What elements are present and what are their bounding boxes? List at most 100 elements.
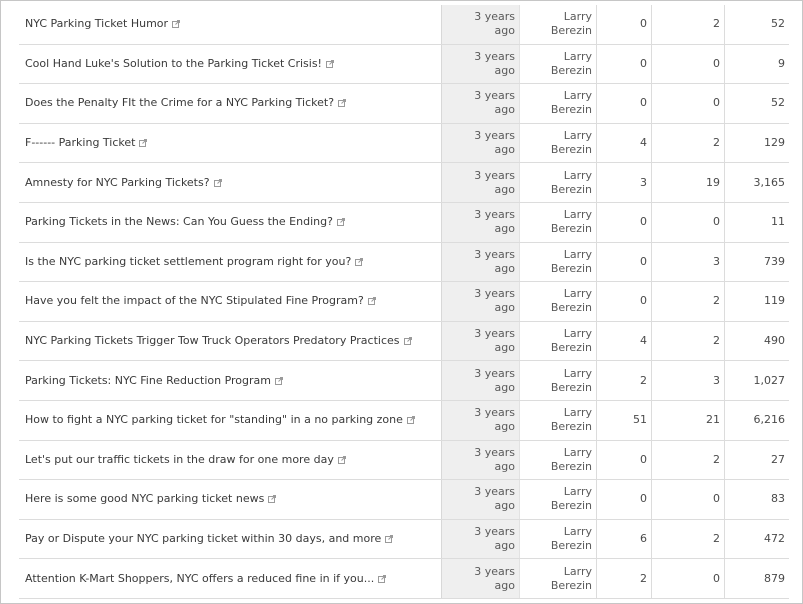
author-last-name: Berezin <box>550 578 592 592</box>
posted-time-suffix: ago <box>494 301 515 315</box>
discussion-list-panel: NYC Parking Ticket Humor 3 years ago Lar… <box>0 0 803 604</box>
external-link-icon[interactable] <box>172 20 181 29</box>
external-link-icon[interactable] <box>275 376 283 385</box>
posted-time-value: 3 years <box>474 208 515 222</box>
author-last-name: Berezin <box>550 459 592 473</box>
author-cell: Larry Berezin <box>519 5 597 45</box>
table-row[interactable]: Pay or Dispute your NYC parking ticket w… <box>19 519 789 560</box>
posted-time-value: 3 years <box>474 129 515 143</box>
table-row[interactable]: Is the NYC parking ticket settlement pro… <box>19 242 789 283</box>
count-cell-3: 490 <box>724 321 789 362</box>
external-link-icon[interactable] <box>406 416 415 425</box>
count-cell-1: 2 <box>596 558 652 599</box>
thread-title-link[interactable]: Have you felt the impact of the NYC Stip… <box>25 294 364 307</box>
posted-time-suffix: ago <box>494 222 515 236</box>
table-row[interactable]: Here is some good NYC parking ticket new… <box>19 479 789 520</box>
external-link-icon[interactable] <box>378 574 387 583</box>
count-cell-3: 27 <box>724 440 789 481</box>
table-row[interactable]: Attention K-Mart Shoppers, NYC offers a … <box>19 558 789 599</box>
count-cell-2: 3 <box>651 360 725 401</box>
author-cell: Larry Berezin <box>519 281 597 322</box>
thread-title-link[interactable]: Does the Penalty FIt the Crime for a NYC… <box>25 96 334 109</box>
posted-time-value: 3 years <box>474 485 515 499</box>
posted-time-suffix: ago <box>494 182 515 196</box>
table-row[interactable]: Parking Tickets: NYC Fine Reduction Prog… <box>19 360 789 401</box>
external-link-icon[interactable] <box>268 495 277 504</box>
table-row[interactable]: Let's put our traffic tickets in the dra… <box>19 440 789 481</box>
posted-time-suffix: ago <box>494 539 515 553</box>
author-first-name: Larry <box>563 49 592 63</box>
external-link-icon[interactable] <box>325 59 334 68</box>
count-cell-3: 3,165 <box>724 162 789 203</box>
author-first-name: Larry <box>563 10 592 24</box>
count-cell-1: 4 <box>596 123 652 164</box>
count-cell-2: 3 <box>651 242 725 283</box>
thread-title-link[interactable]: How to fight a NYC parking ticket for "s… <box>25 413 403 426</box>
author-cell: Larry Berezin <box>519 360 597 401</box>
author-first-name: Larry <box>563 89 592 103</box>
posted-time-value: 3 years <box>474 10 515 24</box>
posted-time-suffix: ago <box>494 578 515 592</box>
posted-time-value: 3 years <box>474 406 515 420</box>
title-cell: Pay or Dispute your NYC parking ticket w… <box>19 519 442 560</box>
count-cell-2: 0 <box>651 202 725 243</box>
table-row[interactable]: Have you felt the impact of the NYC Stip… <box>19 281 789 322</box>
external-link-icon[interactable] <box>355 257 364 266</box>
thread-title-link[interactable]: Parking Tickets in the News: Can You Gue… <box>25 215 333 228</box>
title-cell: Parking Tickets: NYC Fine Reduction Prog… <box>19 360 442 401</box>
author-cell: Larry Berezin <box>519 242 597 283</box>
author-last-name: Berezin <box>550 539 592 553</box>
external-link-icon[interactable] <box>338 99 347 108</box>
table-row[interactable]: NYC Parking Tickets Trigger Tow Truck Op… <box>19 321 789 362</box>
external-link-icon[interactable] <box>367 297 376 306</box>
count-cell-3: 52 <box>724 83 789 124</box>
author-last-name: Berezin <box>550 261 592 275</box>
posted-time-suffix: ago <box>494 341 515 355</box>
external-link-icon[interactable] <box>139 139 148 148</box>
thread-title-link[interactable]: NYC Parking Ticket Humor <box>25 17 168 30</box>
posted-time-suffix: ago <box>494 261 515 275</box>
count-cell-3: 9 <box>724 44 789 85</box>
posted-time-value: 3 years <box>474 247 515 261</box>
posted-time-cell: 3 years ago <box>441 83 520 124</box>
external-link-icon[interactable] <box>403 337 412 346</box>
thread-title-link[interactable]: Amnesty for NYC Parking Tickets? <box>25 176 210 189</box>
count-cell-3: 11 <box>724 202 789 243</box>
author-last-name: Berezin <box>550 182 592 196</box>
thread-title-link[interactable]: Parking Tickets: NYC Fine Reduction Prog… <box>25 374 271 387</box>
thread-title-link[interactable]: NYC Parking Tickets Trigger Tow Truck Op… <box>25 334 400 347</box>
title-cell: NYC Parking Tickets Trigger Tow Truck Op… <box>19 321 442 362</box>
table-row[interactable]: F------ Parking Ticket 3 years ago Larry… <box>19 123 789 164</box>
title-cell: Attention K-Mart Shoppers, NYC offers a … <box>19 558 442 599</box>
thread-title-link[interactable]: F------ Parking Ticket <box>25 136 135 149</box>
title-cell: How to fight a NYC parking ticket for "s… <box>19 400 442 441</box>
posted-time-value: 3 years <box>474 89 515 103</box>
thread-title-link[interactable]: Cool Hand Luke's Solution to the Parking… <box>25 57 322 70</box>
author-first-name: Larry <box>563 208 592 222</box>
author-cell: Larry Berezin <box>519 123 597 164</box>
author-first-name: Larry <box>563 525 592 539</box>
author-first-name: Larry <box>563 247 592 261</box>
table-row[interactable]: Amnesty for NYC Parking Tickets? 3 years… <box>19 162 789 203</box>
posted-time-value: 3 years <box>474 525 515 539</box>
author-cell: Larry Berezin <box>519 519 597 560</box>
thread-title-link[interactable]: Attention K-Mart Shoppers, NYC offers a … <box>25 572 374 585</box>
thread-title-link[interactable]: Is the NYC parking ticket settlement pro… <box>25 255 351 268</box>
table-row[interactable]: NYC Parking Ticket Humor 3 years ago Lar… <box>19 5 789 45</box>
external-link-icon[interactable] <box>213 178 222 187</box>
table-row[interactable]: How to fight a NYC parking ticket for "s… <box>19 400 789 441</box>
external-link-icon[interactable] <box>337 455 346 464</box>
external-link-icon[interactable] <box>385 535 394 544</box>
table-row[interactable]: Cool Hand Luke's Solution to the Parking… <box>19 44 789 85</box>
count-cell-2: 0 <box>651 44 725 85</box>
count-cell-2: 2 <box>651 519 725 560</box>
posted-time-value: 3 years <box>474 366 515 380</box>
posted-time-value: 3 years <box>474 287 515 301</box>
thread-title-link[interactable]: Here is some good NYC parking ticket new… <box>25 492 264 505</box>
author-last-name: Berezin <box>550 301 592 315</box>
table-row[interactable]: Does the Penalty FIt the Crime for a NYC… <box>19 83 789 124</box>
table-row[interactable]: Parking Tickets in the News: Can You Gue… <box>19 202 789 243</box>
thread-title-link[interactable]: Pay or Dispute your NYC parking ticket w… <box>25 532 381 545</box>
thread-title-link[interactable]: Let's put our traffic tickets in the dra… <box>25 453 334 466</box>
external-link-icon[interactable] <box>336 218 345 227</box>
